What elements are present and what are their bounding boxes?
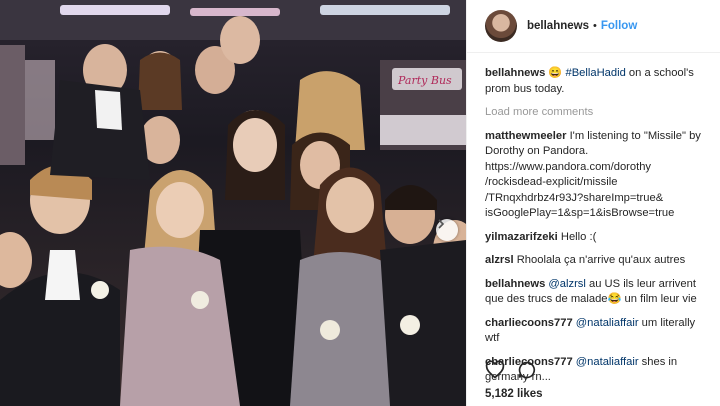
comment-item: yilmazarifzeki Hello :( xyxy=(485,230,712,246)
caption-emoji: 😄 xyxy=(548,67,563,79)
chevron-right-icon xyxy=(438,219,445,229)
comment-icon[interactable] xyxy=(517,360,537,380)
comment-item: bellahnews @alzrsl au US ils leur arrive… xyxy=(485,277,712,308)
comment-mention[interactable]: @alzrsl xyxy=(548,278,585,290)
comment-username[interactable]: alzrsl xyxy=(485,254,514,266)
next-photo-button[interactable] xyxy=(436,219,458,241)
comment-mention[interactable]: @nataliaffair xyxy=(576,317,639,329)
avatar[interactable] xyxy=(485,10,517,42)
header-username[interactable]: bellahnews xyxy=(527,20,589,32)
comment-text: Hello :( xyxy=(560,230,597,243)
comment-username[interactable]: yilmazarifzeki xyxy=(485,231,558,243)
comment-text: Rhoolala ça n'arrive qu'aux autres xyxy=(516,254,686,266)
post-header: bellahnews • Follow xyxy=(467,0,720,53)
heart-icon[interactable] xyxy=(485,360,505,380)
comment-username[interactable]: bellahnews xyxy=(485,278,545,290)
header-separator: • xyxy=(593,20,597,32)
comment-item: charliecoons777 @nataliaffair um literal… xyxy=(485,316,712,347)
likes-count[interactable]: 5,182 likes xyxy=(485,388,543,400)
post-sidebar: bellahnews • Follow bellahnews 😄 #BellaH… xyxy=(466,0,720,406)
caption: bellahnews 😄 #BellaHadid on a school's p… xyxy=(485,66,712,97)
caption-username[interactable]: bellahnews xyxy=(485,67,545,79)
instagram-post: Party Bus bellahnews • Follow bellahnews… xyxy=(0,0,720,406)
follow-button[interactable]: Follow xyxy=(601,20,637,32)
caption-hashtag[interactable]: #BellaHadid xyxy=(565,67,625,79)
load-more-comments[interactable]: Load more comments xyxy=(485,105,712,121)
comment-mention[interactable]: @nataliaffair xyxy=(576,356,639,368)
action-bar xyxy=(485,360,537,380)
post-photo[interactable]: Party Bus xyxy=(0,0,466,406)
party-bus-sign: Party Bus xyxy=(397,74,452,87)
comment-username[interactable]: charliecoons777 xyxy=(485,317,573,329)
comment-item: alzrsl Rhoolala ça n'arrive qu'aux autre… xyxy=(485,253,712,269)
comment-item: matthewmeeler I'm listening to "Missile"… xyxy=(485,129,712,222)
comment-text: I'm listening to "Missile" by Dorothy on… xyxy=(485,129,701,220)
comments-list: bellahnews 😄 #BellaHadid on a school's p… xyxy=(485,66,712,394)
prom-bus-photo: Party Bus xyxy=(0,0,466,406)
comment-username[interactable]: matthewmeeler xyxy=(485,130,566,142)
